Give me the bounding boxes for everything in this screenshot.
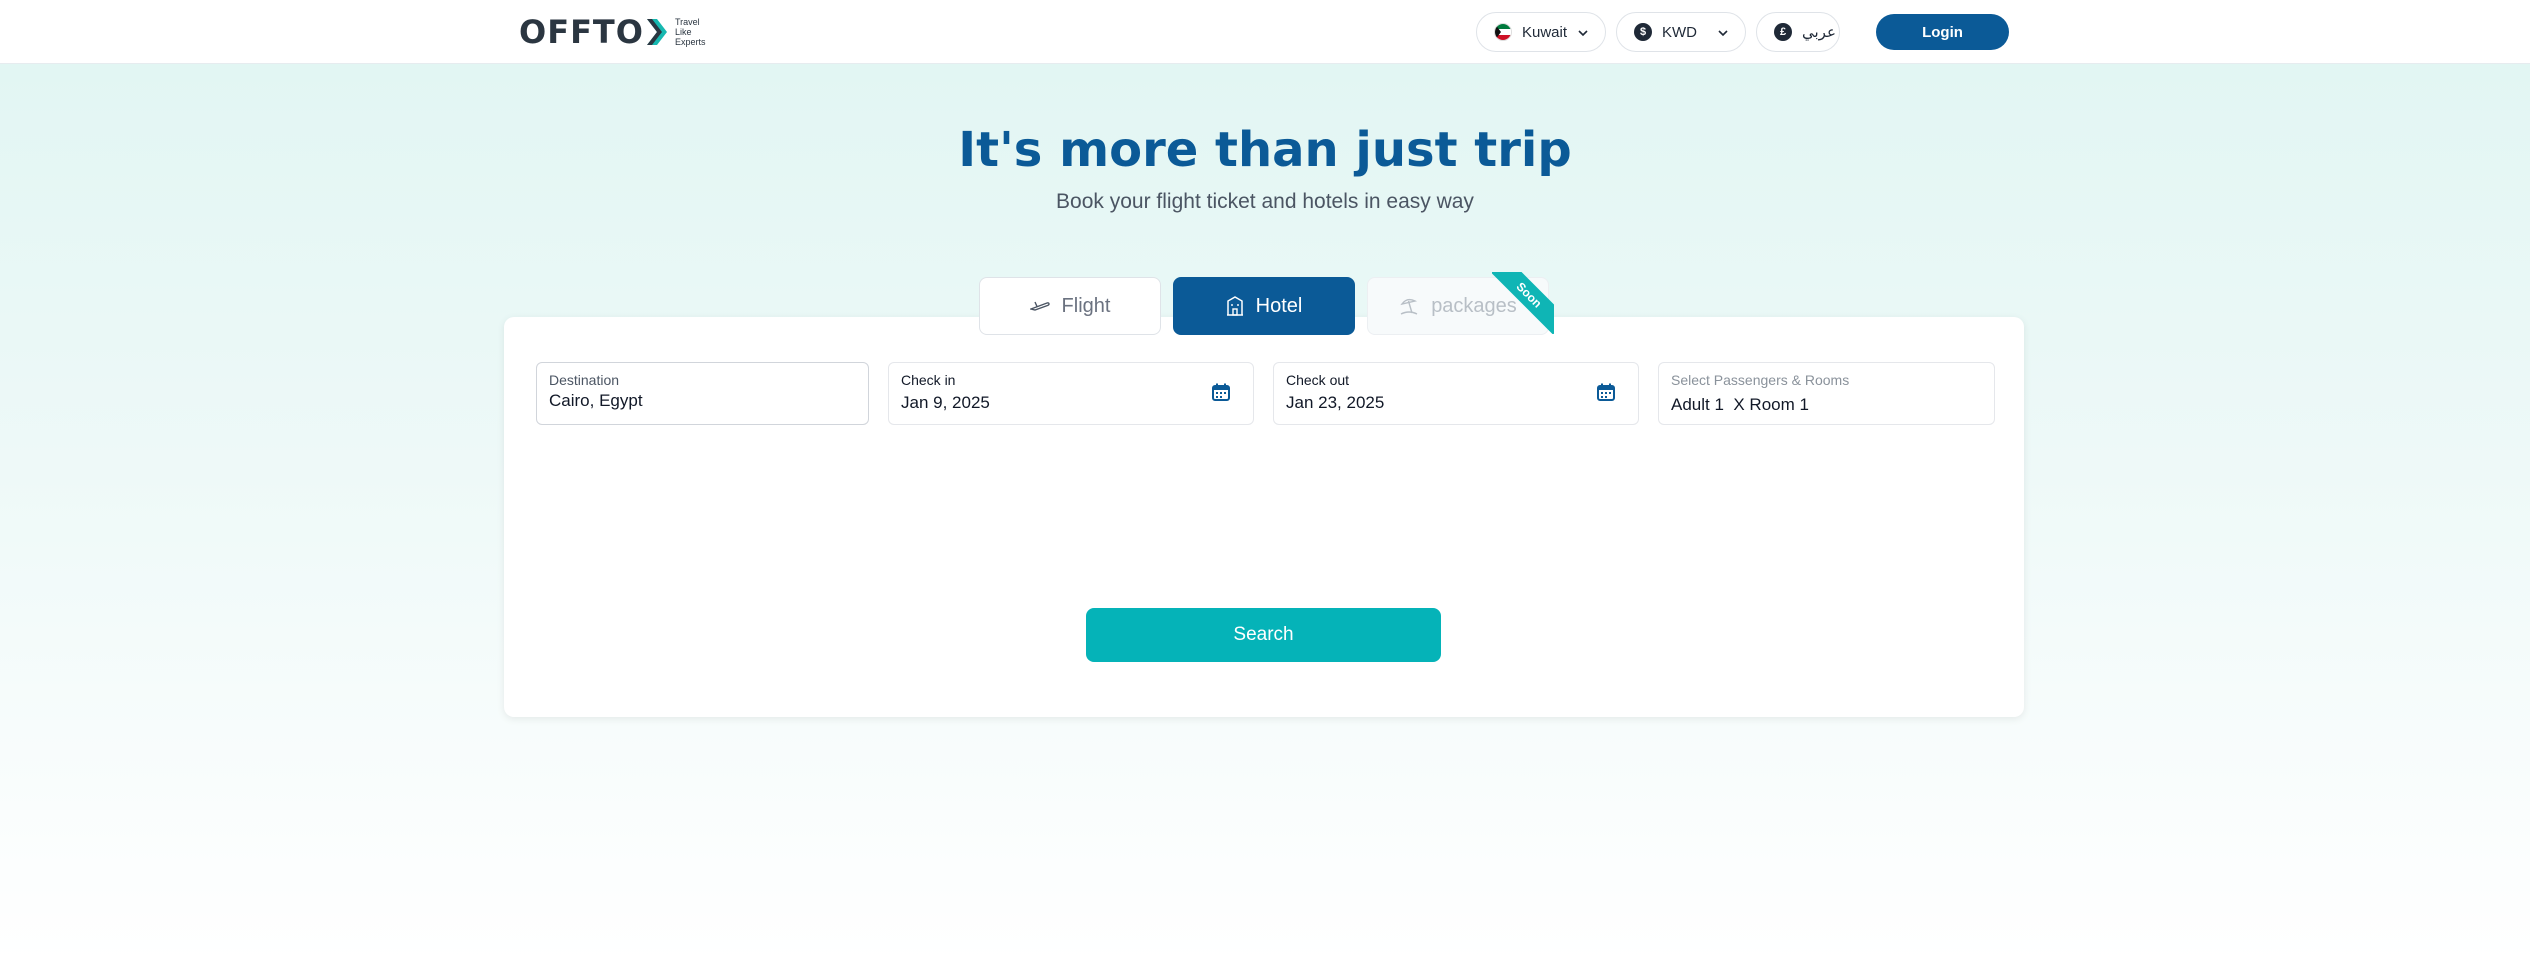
check-out-field[interactable]: Check out Jan 23, 2025 — [1273, 362, 1639, 425]
kuwait-flag-icon — [1494, 23, 1512, 41]
soon-ribbon: Soon — [1492, 272, 1554, 334]
passengers-label: Select Passengers & Rooms — [1671, 372, 1850, 388]
tab-hotel[interactable]: Hotel — [1173, 277, 1355, 335]
language-switch[interactable]: £ عربي — [1756, 12, 1840, 52]
hero-subtitle: Book your flight ticket and hotels in ea… — [1056, 190, 1474, 213]
language-icon: £ — [1774, 23, 1792, 41]
currency-label: KWD — [1662, 23, 1697, 41]
destination-field[interactable]: Destination Cairo, Egypt — [536, 362, 869, 425]
chevron-down-icon — [1718, 30, 1728, 37]
search-button[interactable]: Search — [1086, 608, 1441, 662]
dollar-icon: $ — [1634, 23, 1652, 41]
logo-wordmark: OFFTO — [519, 13, 644, 51]
logo-tagline: Travel Like Experts — [674, 17, 706, 47]
country-selector[interactable]: Kuwait — [1476, 12, 1606, 52]
check-out-value: Jan 23, 2025 — [1286, 393, 1385, 412]
check-out-label: Check out — [1286, 372, 1350, 388]
calendar-icon[interactable] — [1211, 382, 1231, 402]
currency-selector[interactable]: $ KWD — [1616, 12, 1746, 52]
country-label: Kuwait — [1522, 23, 1568, 41]
hero-title: It's more than just trip — [958, 122, 1572, 178]
tab-flight[interactable]: Flight — [979, 277, 1161, 335]
offto-logo[interactable]: OFFTO Travel Like Experts — [519, 14, 705, 50]
tab-flight-label: Flight — [1061, 294, 1111, 317]
beach-umbrella-icon — [1399, 296, 1419, 316]
chevron-down-icon — [1578, 30, 1588, 37]
destination-label: Destination — [549, 372, 620, 388]
airplane-icon — [1029, 299, 1050, 313]
hotel-building-icon — [1226, 296, 1244, 316]
check-in-label: Check in — [901, 372, 956, 388]
login-button[interactable]: Login — [1876, 14, 2009, 50]
logo-arrow-icon — [646, 19, 667, 45]
top-header: OFFTO Travel Like Experts Kuwait $ KWD £… — [0, 0, 2530, 64]
check-in-value: Jan 9, 2025 — [901, 393, 990, 412]
calendar-icon[interactable] — [1596, 382, 1616, 402]
soon-badge: Soon — [1492, 272, 1554, 334]
language-label: عربي — [1802, 24, 1836, 41]
passengers-rooms-field[interactable]: Select Passengers & Rooms Adult 1 X Room… — [1658, 362, 1995, 425]
passengers-value: Adult 1 X Room 1 — [1671, 395, 1809, 414]
check-in-field[interactable]: Check in Jan 9, 2025 — [888, 362, 1254, 425]
destination-value: Cairo, Egypt — [549, 391, 643, 410]
tab-hotel-label: Hotel — [1255, 294, 1303, 317]
search-card: Destination Cairo, Egypt Check in Jan 9,… — [504, 317, 2024, 717]
